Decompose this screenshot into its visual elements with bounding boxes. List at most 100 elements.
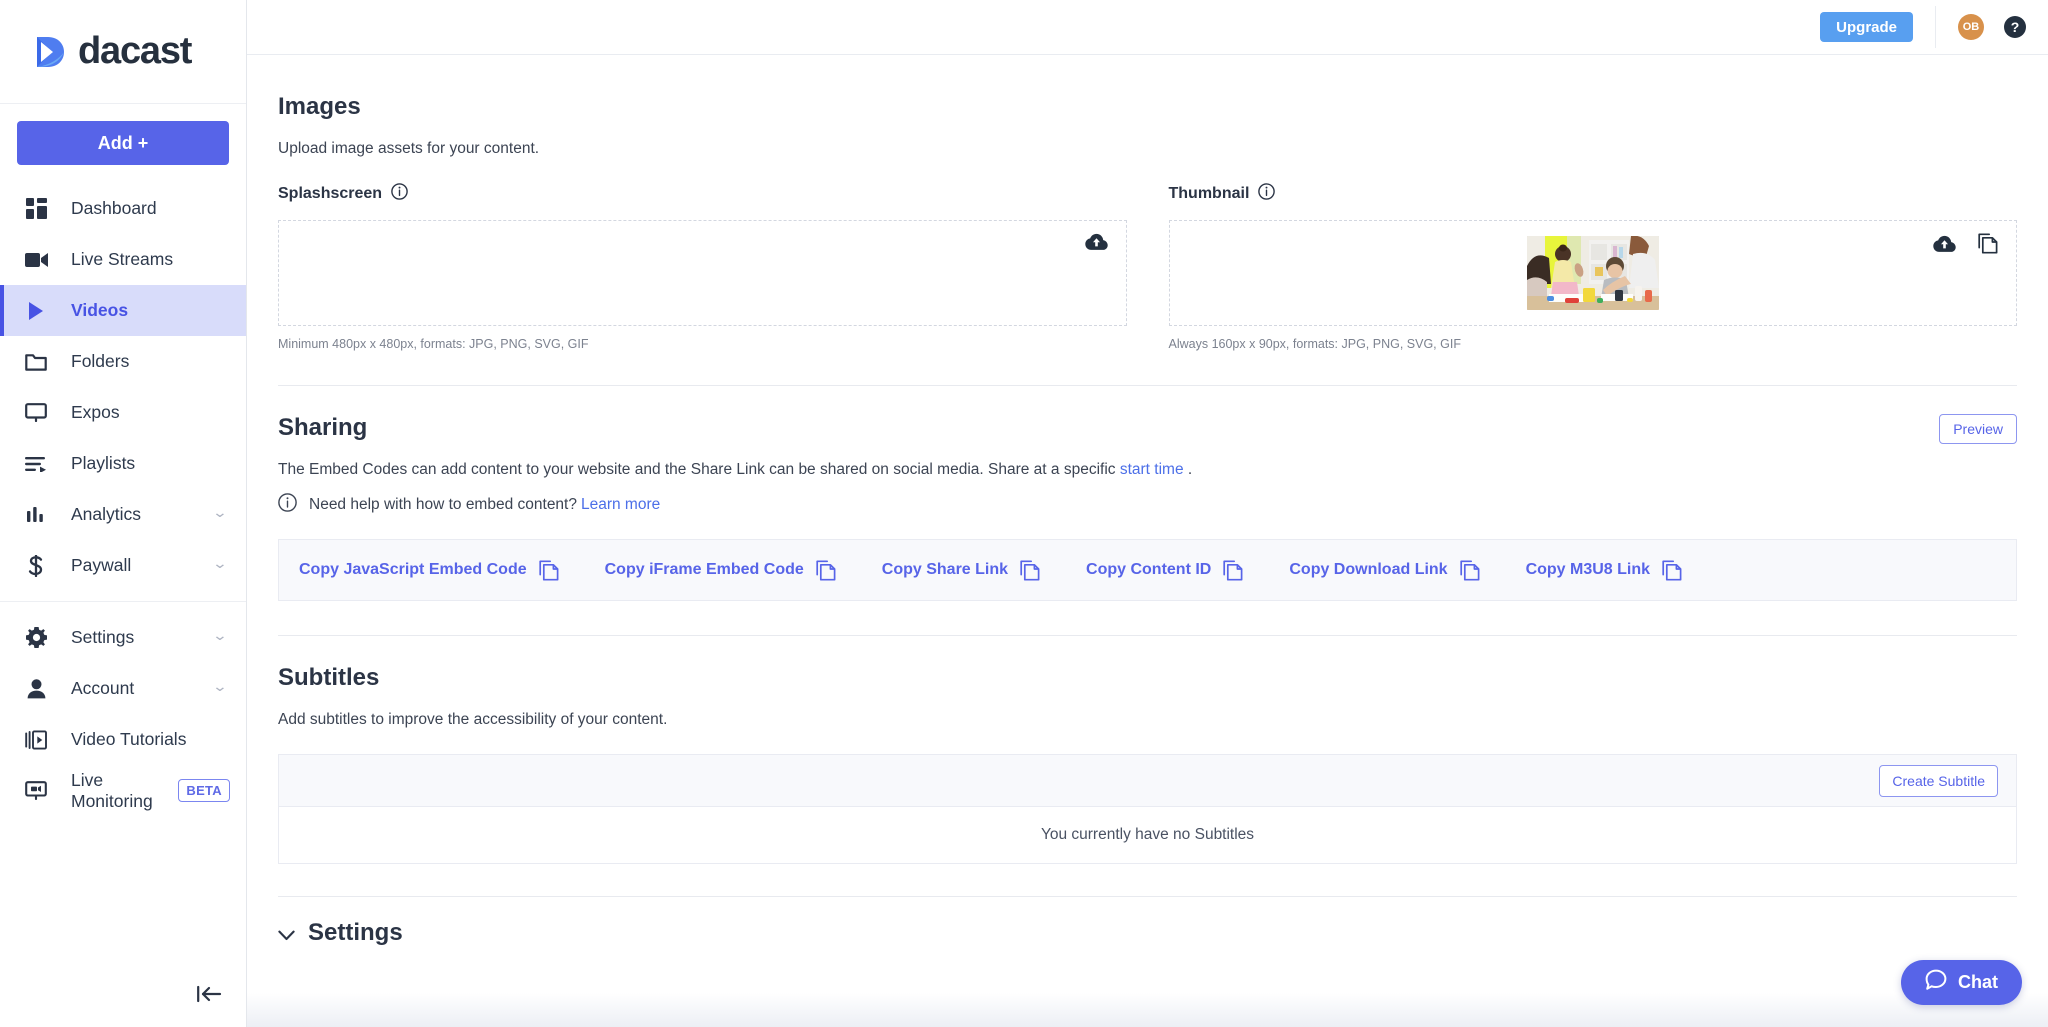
sidebar-item-label: Live Monitoring [71, 769, 153, 811]
thumbnail-label-row: Thumbnail [1169, 183, 2018, 205]
splashscreen-hint: Minimum 480px x 480px, formats: JPG, PNG… [278, 337, 589, 351]
copy-actions-bar: Copy JavaScript Embed Code Copy iFrame E… [278, 539, 2017, 601]
copy-m3u8-link-button[interactable]: Copy M3U8 Link [1525, 559, 1682, 581]
settings-accordion-header[interactable]: Settings [278, 897, 2017, 947]
avatar[interactable]: OB [1958, 14, 1984, 40]
sidebar-item-label: Folders [71, 351, 130, 371]
sidebar-item-settings[interactable]: Settings ⌄ [0, 612, 246, 663]
copy-javascript-embed-code-button[interactable]: Copy JavaScript Embed Code [299, 559, 559, 581]
sidebar-item-analytics[interactable]: Analytics ⌄ [0, 489, 246, 540]
copy-share-link-button[interactable]: Copy Share Link [881, 559, 1040, 581]
sharing-description-suffix: . [1183, 461, 1193, 478]
sidebar-item-video-tutorials[interactable]: Video Tutorials [0, 714, 246, 765]
copy-label: Copy JavaScript Embed Code [299, 561, 527, 578]
info-icon[interactable] [391, 183, 408, 205]
copy-label: Copy Content ID [1086, 561, 1212, 578]
sidebar-item-label: Live Streams [71, 249, 174, 269]
copy-label: Copy Share Link [881, 561, 1009, 578]
subtitles-description: Add subtitles to improve the accessibili… [278, 711, 668, 728]
copy-icon[interactable] [1459, 559, 1480, 581]
sidebar-item-paywall[interactable]: Paywall ⌄ [0, 540, 246, 591]
add-button-wrapper: Add + [0, 104, 246, 177]
images-section-title: Images [278, 93, 361, 120]
copy-icon[interactable] [816, 559, 836, 581]
splashscreen-column: Splashscreen Minimum 480px x 480px, form… [278, 183, 1127, 351]
cloud-upload-icon[interactable] [1084, 233, 1108, 251]
app-root: dacast Add + Dashboard Live Streams Vide… [0, 0, 2048, 1027]
main-area: Upgrade OB ? Images Upload image assets … [247, 0, 2048, 1027]
sidebar-item-live-streams[interactable]: Live Streams [0, 234, 246, 285]
sidebar-item-folders[interactable]: Folders [0, 336, 246, 387]
topbar-divider [1935, 6, 1936, 48]
content-inner: Images Upload image assets for your cont… [247, 55, 2048, 947]
sidebar-item-label: Video Tutorials [71, 729, 187, 749]
thumbnail-preview-image [1526, 236, 1659, 310]
settings-accordion-title: Settings [308, 919, 403, 946]
info-icon [278, 493, 297, 517]
scroll-fade-overlay [247, 993, 2048, 1027]
sidebar-item-dashboard[interactable]: Dashboard [0, 183, 246, 234]
playlist-icon [22, 452, 50, 476]
folder-icon [22, 350, 50, 374]
sidebar-item-expos[interactable]: Expos [0, 387, 246, 438]
sidebar: dacast Add + Dashboard Live Streams Vide… [0, 0, 247, 1027]
top-bar: Upgrade OB ? [247, 0, 2048, 55]
chevron-down-icon: ⌄ [212, 627, 229, 643]
chevron-down-icon [278, 930, 295, 941]
sidebar-item-live-monitoring[interactable]: Live Monitoring BETA [0, 765, 246, 816]
preview-button[interactable]: Preview [1939, 414, 2017, 444]
sidebar-item-videos[interactable]: Videos [0, 285, 246, 336]
sidebar-nav-group-secondary: Settings ⌄ Account ⌄ Video Tutorials Liv… [0, 601, 246, 816]
splashscreen-dropzone[interactable] [278, 220, 1127, 326]
chevron-down-icon: ⌄ [212, 504, 229, 520]
person-icon [22, 677, 50, 701]
copy-download-link-button[interactable]: Copy Download Link [1289, 559, 1480, 581]
svg-text:?: ? [2011, 19, 2020, 35]
splashscreen-label: Splashscreen [278, 185, 383, 202]
chevron-down-icon: ⌄ [212, 678, 229, 694]
sharing-header: Sharing Preview [278, 414, 2017, 461]
thumbnail-column: Thumbnail Always 160px x 90px, formats: … [1168, 183, 2018, 351]
video-tutorials-icon [22, 728, 50, 752]
start-time-link[interactable]: start time [1120, 461, 1184, 478]
learn-more-link[interactable]: Learn more [581, 496, 660, 514]
beta-badge: BETA [178, 779, 230, 802]
sidebar-collapse-row [0, 961, 246, 1027]
help-question-icon[interactable]: ? [2004, 16, 2026, 38]
chat-button[interactable]: Chat [1901, 960, 2022, 1005]
chat-bubble-icon [1925, 969, 1947, 996]
upgrade-button[interactable]: Upgrade [1820, 12, 1913, 42]
images-row: Splashscreen Minimum 480px x 480px, form… [278, 183, 2017, 351]
sidebar-item-label: Videos [71, 300, 129, 320]
sharing-section: Sharing Preview The Embed Codes can add … [278, 386, 2017, 601]
subtitles-section-title: Subtitles [278, 664, 380, 691]
embed-help-row: Need help with how to embed content? Lea… [278, 493, 2017, 517]
video-camera-icon [22, 248, 50, 272]
thumbnail-actions [1933, 233, 1998, 254]
sharing-description-text: The Embed Codes can add content to your … [278, 461, 1120, 478]
cloud-upload-icon[interactable] [1933, 235, 1956, 253]
copy-iframe-embed-code-button[interactable]: Copy iFrame Embed Code [604, 559, 836, 581]
copy-icon[interactable] [1020, 559, 1040, 581]
sidebar-item-label: Analytics [71, 504, 142, 524]
copy-icon[interactable] [1223, 559, 1243, 581]
info-icon[interactable] [1258, 183, 1276, 205]
copy-label: Copy M3U8 Link [1525, 561, 1651, 578]
brand-logo[interactable]: dacast [0, 0, 246, 104]
sidebar-item-label: Playlists [71, 453, 136, 473]
add-button[interactable]: Add + [17, 121, 229, 165]
sidebar-item-account[interactable]: Account ⌄ [0, 663, 246, 714]
copy-icon[interactable] [1978, 233, 1998, 254]
sidebar-item-playlists[interactable]: Playlists [0, 438, 246, 489]
copy-icon[interactable] [538, 559, 559, 581]
copy-label: Copy iFrame Embed Code [604, 561, 804, 578]
collapse-sidebar-icon[interactable] [196, 985, 222, 1003]
content-scroll-area[interactable]: Images Upload image assets for your cont… [247, 55, 2048, 1027]
dacast-play-logo-icon [28, 31, 70, 73]
create-subtitle-button[interactable]: Create Subtitle [1879, 764, 1998, 797]
brand-name: dacast [78, 30, 192, 72]
copy-content-id-button[interactable]: Copy Content ID [1086, 559, 1243, 581]
sidebar-nav: Dashboard Live Streams Videos Folders Ex… [0, 183, 246, 816]
thumbnail-dropzone[interactable] [1168, 220, 2017, 326]
copy-icon[interactable] [1662, 559, 1682, 581]
